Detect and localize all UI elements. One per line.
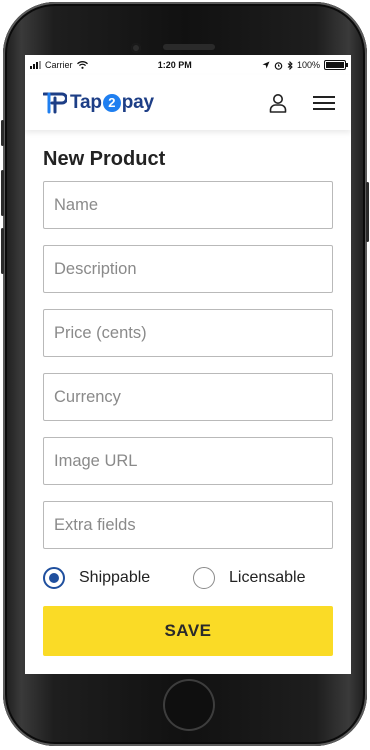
extra-fields-input[interactable]: Extra fields	[43, 501, 333, 549]
logo[interactable]: Tap 2 pay	[43, 92, 154, 114]
licensable-radio[interactable]: Licensable	[193, 567, 306, 589]
description-input[interactable]: Description	[43, 245, 333, 293]
front-camera	[131, 43, 141, 53]
radio-unchecked-icon	[193, 567, 215, 589]
save-button[interactable]: SAVE	[43, 606, 333, 656]
image-url-input[interactable]: Image URL	[43, 437, 333, 485]
home-button[interactable]	[163, 679, 215, 731]
radio-checked-icon	[43, 567, 65, 589]
volume-up-button	[1, 170, 4, 216]
logo-text-suffix: pay	[121, 91, 154, 113]
name-input[interactable]: Name	[43, 181, 333, 229]
signal-icon	[30, 61, 41, 69]
mute-switch	[1, 120, 4, 146]
menu-icon[interactable]	[313, 95, 335, 111]
alarm-icon	[274, 61, 283, 70]
earpiece-speaker	[163, 44, 215, 50]
phone-frame: Carrier 1:20 PM 100% Tap 2 pay New Produ…	[1, 2, 369, 746]
product-form: New Product Name Description Price (cent…	[25, 130, 351, 656]
location-icon	[262, 61, 270, 69]
wifi-icon	[76, 61, 88, 69]
clock: 1:20 PM	[157, 60, 192, 70]
price-input[interactable]: Price (cents)	[43, 309, 333, 357]
logo-digit: 2	[102, 93, 121, 112]
logo-mark-icon	[43, 92, 67, 113]
battery-percent: 100%	[296, 60, 320, 70]
carrier-label: Carrier	[45, 60, 73, 70]
product-type-radio-group: Shippable Licensable	[43, 565, 333, 591]
shippable-radio[interactable]: Shippable	[43, 567, 193, 589]
battery-icon	[324, 60, 348, 70]
volume-down-button	[1, 228, 4, 274]
user-icon[interactable]	[269, 93, 287, 113]
shippable-label: Shippable	[79, 569, 151, 586]
bluetooth-icon	[287, 60, 293, 70]
status-bar: Carrier 1:20 PM 100%	[25, 55, 351, 75]
screen: Carrier 1:20 PM 100% Tap 2 pay New Produ…	[25, 55, 351, 674]
licensable-label: Licensable	[229, 569, 306, 586]
app-header: Tap 2 pay	[25, 75, 351, 130]
currency-input[interactable]: Currency	[43, 373, 333, 421]
page-title: New Product	[43, 148, 166, 170]
power-button	[366, 182, 369, 242]
logo-text-prefix: Tap	[70, 91, 102, 113]
